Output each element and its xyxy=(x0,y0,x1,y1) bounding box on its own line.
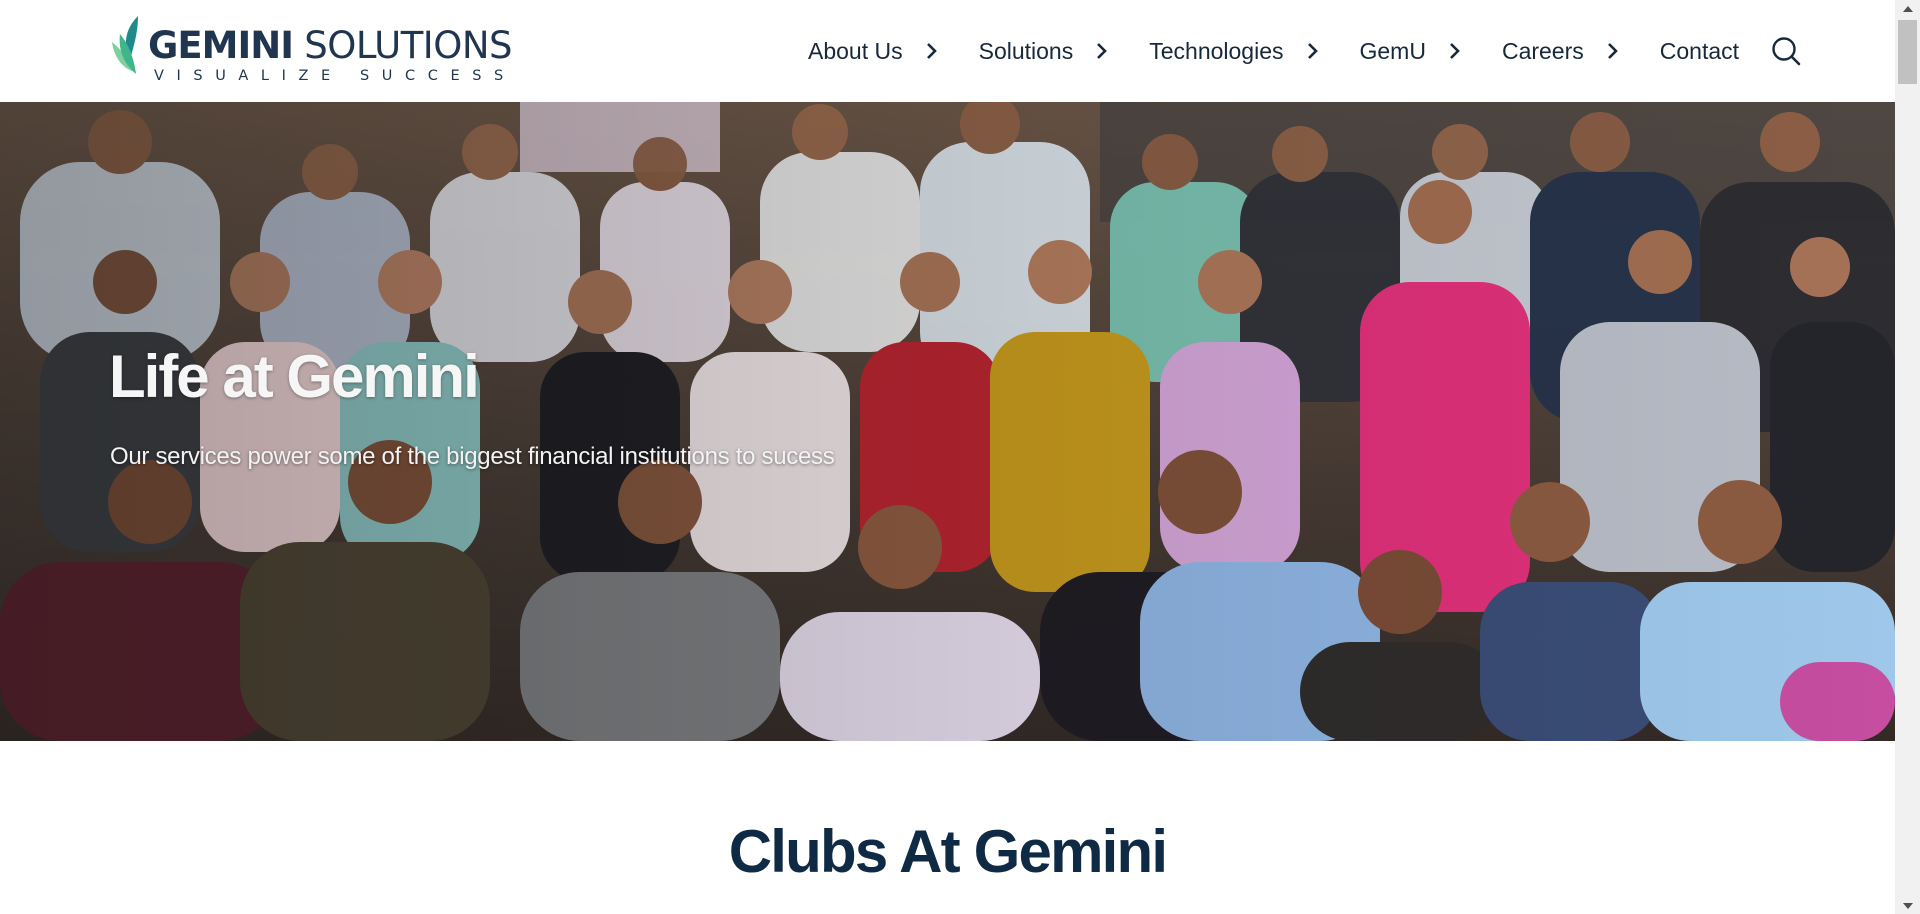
hero-banner: Life at Gemini Our services power some o… xyxy=(0,102,1895,741)
scroll-down-arrow-icon[interactable] xyxy=(1895,897,1920,914)
logo-wordmark: GEMINI SOLUTIONS xyxy=(148,24,513,67)
nav-item-gemu[interactable]: GemU xyxy=(1360,38,1502,65)
chevron-right-icon[interactable] xyxy=(1094,41,1108,61)
logo-tagline: VISUALIZE SUCCESS xyxy=(154,68,516,84)
scroll-up-arrow-icon[interactable] xyxy=(1895,0,1920,17)
page-scrollbar[interactable] xyxy=(1895,0,1920,914)
logo-name-rest: SOLUTIONS xyxy=(292,24,512,67)
nav-label: Contact xyxy=(1659,37,1740,64)
main-nav: About Us Solutions Technologies GemU Car… xyxy=(808,36,1801,66)
site-header: GEMINI SOLUTIONS VISUALIZE SUCCESS About… xyxy=(0,0,1895,102)
hero-title: Life at Gemini xyxy=(109,343,480,410)
logo-name-bold: GEMINI xyxy=(148,24,294,67)
nav-label: GemU xyxy=(1359,37,1426,64)
chevron-right-icon[interactable] xyxy=(1447,41,1461,61)
chevron-right-icon[interactable] xyxy=(1305,41,1319,61)
hero-subtitle: Our services power some of the biggest f… xyxy=(110,443,835,470)
chevron-right-icon[interactable] xyxy=(1605,41,1619,61)
nav-label: About Us xyxy=(808,37,903,64)
nav-item-technologies[interactable]: Technologies xyxy=(1149,38,1359,65)
chevron-right-icon[interactable] xyxy=(924,41,938,61)
nav-item-careers[interactable]: Careers xyxy=(1502,38,1660,65)
nav-label: Solutions xyxy=(978,37,1074,64)
scrollbar-thumb[interactable] xyxy=(1898,20,1917,84)
leaf-logo-icon xyxy=(112,16,138,74)
hero-overlay xyxy=(0,102,1895,741)
search-icon[interactable] xyxy=(1771,36,1801,66)
clubs-section-title: Clubs At Gemini xyxy=(728,818,1168,885)
nav-item-contact[interactable]: Contact xyxy=(1660,38,1771,65)
nav-label: Careers xyxy=(1501,37,1584,64)
nav-label: Technologies xyxy=(1149,37,1284,64)
gemini-solutions-logo[interactable]: GEMINI SOLUTIONS VISUALIZE SUCCESS xyxy=(108,14,513,86)
nav-item-solutions[interactable]: Solutions xyxy=(979,38,1150,65)
nav-item-about-us[interactable]: About Us xyxy=(808,38,979,65)
